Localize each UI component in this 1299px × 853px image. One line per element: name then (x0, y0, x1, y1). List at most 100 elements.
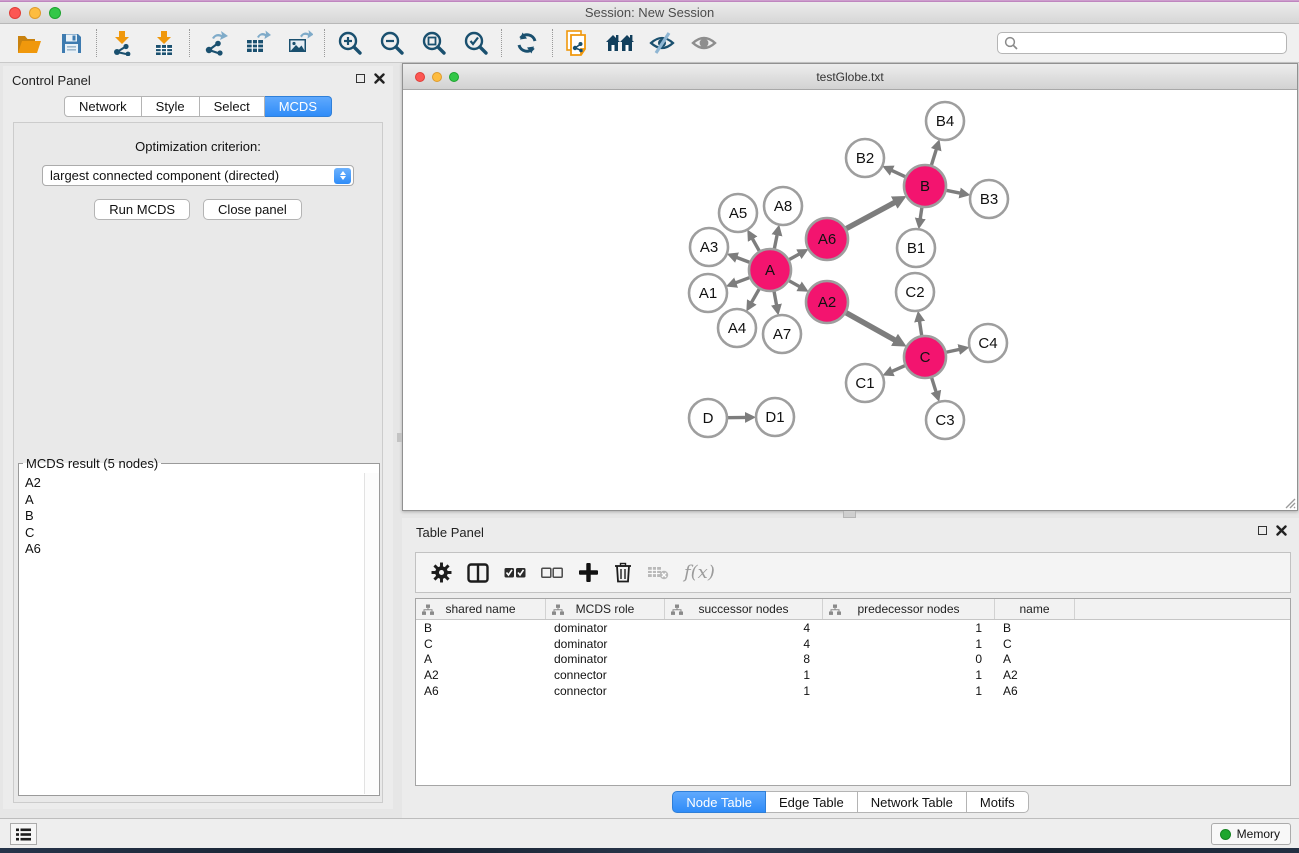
edge-A-A1[interactable] (734, 277, 750, 283)
edge-A-A5[interactable] (752, 237, 760, 251)
tab-network[interactable]: Network (64, 96, 142, 117)
export-table-icon[interactable] (236, 26, 278, 60)
table-row[interactable]: Adominator80A (416, 652, 1290, 668)
edge-C-C3[interactable] (931, 377, 936, 393)
open-session-icon[interactable] (8, 26, 50, 60)
tab-select[interactable]: Select (200, 96, 265, 117)
cell-name[interactable]: C (995, 637, 1075, 651)
cell-MCDS-role[interactable]: dominator (546, 621, 665, 635)
cell-MCDS-role[interactable]: dominator (546, 637, 665, 651)
edge-A-A3[interactable] (735, 257, 750, 263)
result-scrollbar[interactable] (364, 473, 379, 794)
save-session-icon[interactable] (50, 26, 92, 60)
cell-successor-nodes[interactable]: 1 (665, 668, 823, 682)
edge-B-B4[interactable] (931, 148, 937, 166)
edge-A2-C[interactable] (845, 312, 896, 341)
result-item[interactable]: A2 (25, 475, 358, 492)
cell-successor-nodes[interactable]: 8 (665, 652, 823, 666)
edge-A-A2[interactable] (788, 280, 801, 287)
close-table-panel-icon[interactable] (1276, 525, 1287, 536)
edge-A-A7[interactable] (774, 291, 777, 307)
tab-node-table[interactable]: Node Table (672, 791, 766, 813)
zoom-selected-icon[interactable] (455, 26, 497, 60)
column-header-name[interactable]: name (995, 599, 1075, 619)
cell-successor-nodes[interactable]: 4 (665, 637, 823, 651)
cell-name[interactable]: B (995, 621, 1075, 635)
cell-predecessor-nodes[interactable]: 1 (823, 684, 995, 698)
resize-grip-icon[interactable] (1283, 496, 1296, 509)
cell-name[interactable]: A (995, 652, 1075, 666)
search-input[interactable] (997, 32, 1287, 54)
cell-MCDS-role[interactable]: dominator (546, 652, 665, 666)
cell-name[interactable]: A2 (995, 668, 1075, 682)
result-item[interactable]: A6 (25, 541, 358, 558)
home-icon[interactable] (599, 26, 641, 60)
float-panel-icon[interactable] (356, 74, 365, 83)
column-header-successor-nodes[interactable]: successor nodes (665, 599, 823, 619)
zoom-fit-icon[interactable] (413, 26, 455, 60)
network-file-icon[interactable] (557, 26, 599, 60)
memory-button[interactable]: Memory (1211, 823, 1291, 845)
edge-B-B2[interactable] (890, 170, 906, 177)
cell-predecessor-nodes[interactable]: 1 (823, 621, 995, 635)
column-header-shared-name[interactable]: shared name (416, 599, 546, 619)
cell-MCDS-role[interactable]: connector (546, 668, 665, 682)
column-icon[interactable] (467, 563, 489, 583)
edge-C-C4[interactable] (946, 349, 961, 352)
edge-A-A8[interactable] (774, 233, 777, 249)
criterion-select[interactable]: largest connected component (directed) (42, 165, 354, 186)
edge-A-A6[interactable] (788, 253, 800, 260)
task-list-button[interactable] (10, 823, 37, 845)
close-panel-icon[interactable] (374, 73, 385, 84)
cell-shared-name[interactable]: A6 (416, 684, 546, 698)
import-network-icon[interactable] (101, 26, 143, 60)
column-header-predecessor-nodes[interactable]: predecessor nodes (823, 599, 995, 619)
table-row[interactable]: A6connector11A6 (416, 683, 1290, 699)
result-item[interactable]: B (25, 508, 358, 525)
tab-mcds[interactable]: MCDS (265, 96, 332, 117)
edge-B-B3[interactable] (946, 190, 962, 193)
result-item[interactable]: A (25, 492, 358, 509)
run-mcds-button[interactable]: Run MCDS (94, 199, 190, 220)
export-image-icon[interactable] (278, 26, 320, 60)
deselect-all-icon[interactable] (541, 566, 563, 580)
export-network-icon[interactable] (194, 26, 236, 60)
cell-name[interactable]: A6 (995, 684, 1075, 698)
table-row[interactable]: Cdominator41C (416, 636, 1290, 652)
settings-gear-icon[interactable] (431, 562, 452, 583)
tab-network-table[interactable]: Network Table (858, 791, 967, 813)
edge-B-B1[interactable] (920, 207, 922, 221)
edge-A6-B[interactable] (846, 202, 897, 229)
tab-style[interactable]: Style (142, 96, 200, 117)
network-canvas[interactable]: B4B2BB3A8A5A6A3B1AA1C2A2A4A7C4CC1C3DD1 (403, 90, 1297, 510)
table-row[interactable]: A2connector11A2 (416, 667, 1290, 683)
column-header-MCDS-role[interactable]: MCDS role (546, 599, 665, 619)
table-row[interactable]: Bdominator41B (416, 620, 1290, 636)
cell-predecessor-nodes[interactable]: 0 (823, 652, 995, 666)
zoom-in-icon[interactable] (329, 26, 371, 60)
select-all-icon[interactable] (504, 566, 526, 580)
edge-C-C1[interactable] (891, 365, 906, 372)
cell-shared-name[interactable]: A2 (416, 668, 546, 682)
cell-successor-nodes[interactable]: 4 (665, 621, 823, 635)
cell-predecessor-nodes[interactable]: 1 (823, 637, 995, 651)
float-table-panel-icon[interactable] (1258, 526, 1267, 535)
edge-C-C2[interactable] (919, 320, 922, 337)
result-item[interactable]: C (25, 525, 358, 542)
show-eye-icon[interactable] (683, 26, 725, 60)
cell-shared-name[interactable]: B (416, 621, 546, 635)
refresh-icon[interactable] (506, 26, 548, 60)
edge-A-A4[interactable] (751, 288, 760, 303)
close-panel-button[interactable]: Close panel (203, 199, 302, 220)
hide-selected-eye-icon[interactable] (641, 26, 683, 60)
network-window-titlebar[interactable]: testGlobe.txt (403, 64, 1297, 90)
cell-predecessor-nodes[interactable]: 1 (823, 668, 995, 682)
node-table[interactable]: shared nameMCDS rolesuccessor nodesprede… (415, 598, 1291, 786)
import-table-icon[interactable] (143, 26, 185, 60)
cell-shared-name[interactable]: C (416, 637, 546, 651)
tab-motifs[interactable]: Motifs (967, 791, 1029, 813)
tab-edge-table[interactable]: Edge Table (766, 791, 858, 813)
add-row-icon[interactable] (578, 562, 599, 583)
cell-successor-nodes[interactable]: 1 (665, 684, 823, 698)
cell-MCDS-role[interactable]: connector (546, 684, 665, 698)
